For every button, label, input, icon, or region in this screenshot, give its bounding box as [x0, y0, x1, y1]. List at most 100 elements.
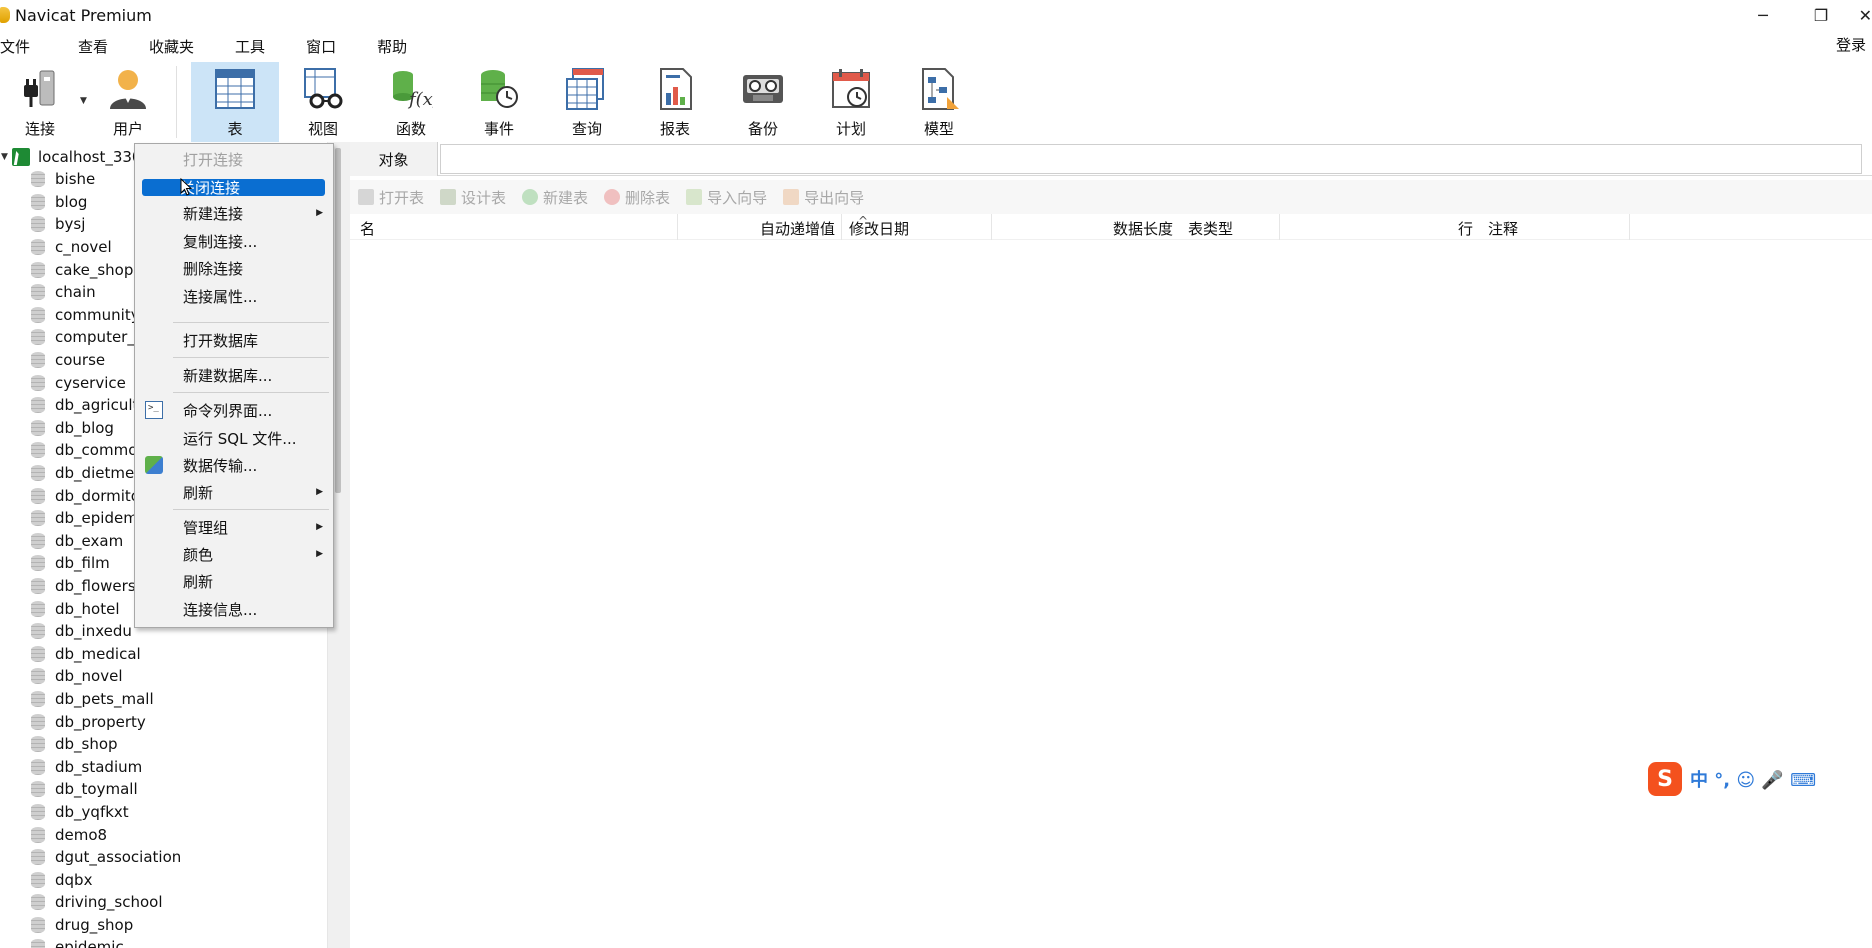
close-button[interactable]: ✕ [1850, 0, 1872, 30]
database-icon [31, 555, 45, 572]
database-item[interactable]: db_novel [0, 665, 327, 688]
schedule-button[interactable]: 计划 [807, 62, 895, 142]
minimize-button[interactable]: ─ [1734, 0, 1792, 30]
object-list-area[interactable] [350, 240, 1872, 948]
menu-new-connection[interactable]: 新建连接 ▶ [139, 202, 329, 224]
object-filter-input[interactable] [440, 144, 1862, 174]
query-label: 查询 [571, 120, 602, 138]
ime-status-glyphs[interactable]: 中 °, ☺ 🎤 ⌨ [1690, 766, 1816, 792]
column-separator[interactable] [991, 214, 992, 240]
menu-run-sql-file[interactable]: 运行 SQL 文件... [139, 427, 329, 449]
svg-text:f(x): f(x) [407, 89, 433, 110]
menu-open-database-label: 打开数据库 [183, 331, 259, 350]
column-separator[interactable] [1629, 214, 1630, 240]
database-icon [31, 306, 45, 323]
database-label: db_dietme [55, 464, 135, 483]
menu-new-database[interactable]: 新建数据库... [139, 364, 329, 386]
database-label: dgut_association [55, 848, 182, 867]
event-button[interactable]: 事件 [455, 62, 543, 142]
menu-color[interactable]: 颜色 ▶ [139, 543, 329, 565]
database-item[interactable]: drug_shop [0, 914, 327, 937]
database-item[interactable]: demo8 [0, 823, 327, 846]
menu-file[interactable]: 文件 [0, 36, 36, 57]
menu-connection-info[interactable]: 连接信息... [139, 598, 329, 620]
column-modified[interactable]: 修改日期 [849, 218, 909, 239]
scrollbar-thumb[interactable] [335, 148, 341, 493]
menu-copy-connection[interactable]: 复制连接... [139, 230, 329, 252]
menu-connection-info-label: 连接信息... [183, 600, 258, 619]
database-icon [31, 939, 45, 948]
new-table-label: 新建表 [543, 188, 589, 207]
database-item[interactable]: db_yqfkxt [0, 801, 327, 824]
database-item[interactable]: epidemic [0, 936, 327, 948]
column-separator[interactable] [841, 214, 842, 240]
database-icon [31, 329, 45, 346]
database-icon [31, 532, 45, 549]
menu-manage-group[interactable]: 管理组 ▶ [139, 516, 329, 538]
ime-toolbar[interactable]: S 中 °, ☺ 🎤 ⌨ [1648, 762, 1872, 796]
menu-data-transfer[interactable]: 数据传输... [139, 454, 329, 476]
restore-button[interactable]: ❐ [1792, 0, 1850, 30]
user-icon [104, 66, 152, 112]
database-label: c_novel [55, 238, 112, 257]
database-item[interactable]: dgut_association [0, 846, 327, 869]
menu-window[interactable]: 窗口 [300, 36, 342, 57]
backup-button[interactable]: 备份 [719, 62, 807, 142]
menu-tools[interactable]: 工具 [229, 36, 271, 57]
import-wizard-button[interactable]: 导入向导 [686, 187, 767, 208]
column-comment[interactable]: 注释 [1488, 218, 1518, 239]
database-item[interactable]: driving_school [0, 891, 327, 914]
new-table-button[interactable]: 新建表 [522, 187, 588, 208]
menu-close-connection[interactable]: 关闭连接 [142, 179, 325, 197]
delete-table-button[interactable]: 删除表 [604, 187, 670, 208]
column-data-length[interactable]: 数据长度 [1113, 218, 1173, 239]
export-wizard-button[interactable]: 导出向导 [783, 187, 864, 208]
connect-button[interactable]: 连接 [0, 62, 80, 142]
column-rows[interactable]: 行 [1458, 218, 1473, 239]
column-name[interactable]: 名 [360, 218, 375, 239]
database-item[interactable]: db_shop [0, 733, 327, 756]
column-table-type[interactable]: 表类型 [1188, 218, 1233, 239]
menu-favorites[interactable]: 收藏夹 [143, 36, 200, 57]
database-item[interactable]: dqbx [0, 868, 327, 891]
model-button[interactable]: 模型 [895, 62, 983, 142]
expand-arrow-icon[interactable]: ▼ [1, 152, 11, 162]
menu-command-console-label: 命令列界面... [183, 401, 273, 420]
view-button[interactable]: 视图 [279, 62, 367, 142]
tab-objects[interactable]: 对象 [350, 142, 438, 176]
connect-dropdown-arrow[interactable]: ▼ [80, 96, 87, 106]
database-item[interactable]: db_stadium [0, 755, 327, 778]
database-item[interactable]: db_property [0, 710, 327, 733]
menu-command-console[interactable]: 命令列界面... [139, 399, 329, 421]
user-button[interactable]: 用户 [80, 62, 176, 142]
column-auto-increment[interactable]: 自动递增值 [760, 218, 835, 239]
menu-open-database[interactable]: 打开数据库 [139, 329, 329, 351]
design-table-button[interactable]: 设计表 [440, 187, 506, 208]
table-button[interactable]: 表 [191, 62, 279, 142]
database-item[interactable]: db_medical [0, 642, 327, 665]
report-button[interactable]: 报表 [631, 62, 719, 142]
database-label: db_hotel [55, 599, 120, 618]
menu-new-connection-label: 新建连接 [183, 204, 244, 223]
open-table-button[interactable]: 打开表 [358, 187, 424, 208]
menu-help[interactable]: 帮助 [371, 36, 413, 57]
column-separator[interactable] [677, 214, 678, 240]
menu-open-connection[interactable]: 打开连接 [139, 148, 329, 170]
column-separator[interactable] [1279, 214, 1280, 240]
menu-refresh-submenu[interactable]: 刷新 ▶ [139, 481, 329, 503]
login-link[interactable]: 登录 [1836, 34, 1866, 55]
database-icon [31, 419, 45, 436]
menu-connection-properties[interactable]: 连接属性... [139, 285, 329, 307]
function-button[interactable]: f(x) 函数 [367, 62, 455, 142]
query-button[interactable]: 查询 [543, 62, 631, 142]
menu-refresh[interactable]: 刷新 [139, 570, 329, 592]
database-item[interactable]: db_toymall [0, 778, 327, 801]
database-label: db_commo [55, 441, 138, 460]
database-label: db_flowers [55, 576, 136, 595]
menu-delete-connection[interactable]: 删除连接 [139, 257, 329, 279]
database-label: db_shop [55, 735, 118, 754]
database-label: db_pets_mall [55, 689, 154, 708]
database-item[interactable]: db_pets_mall [0, 688, 327, 711]
menu-view[interactable]: 查看 [72, 36, 114, 57]
database-icon [31, 690, 45, 707]
